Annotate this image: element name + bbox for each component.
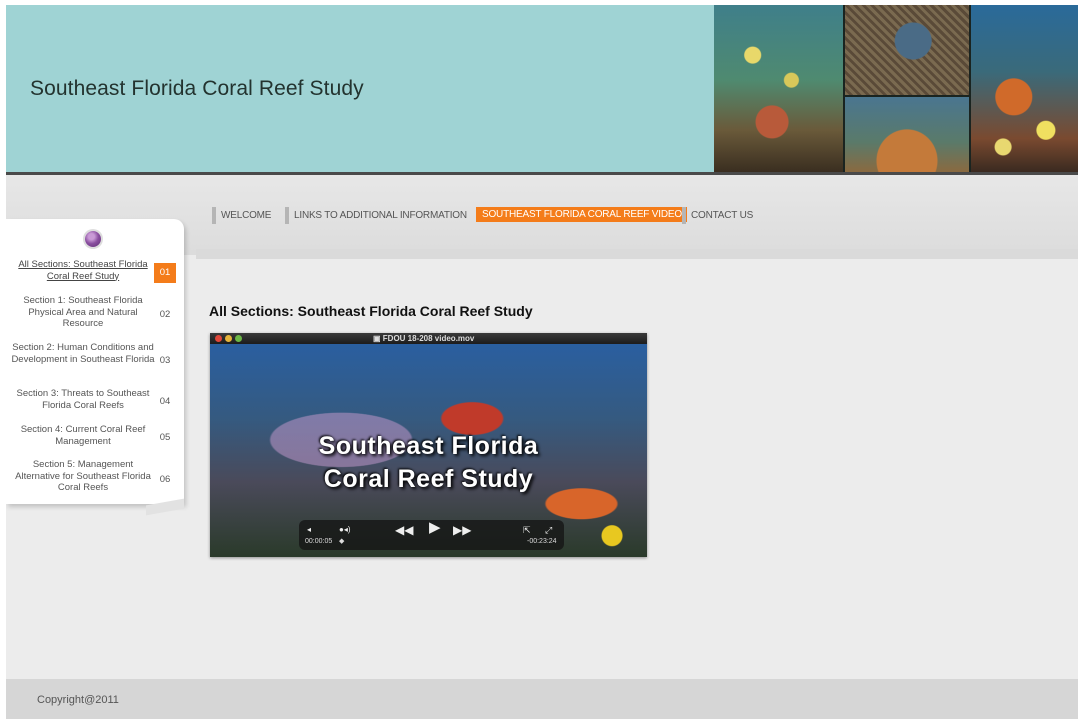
sidebar-item-section-4[interactable]: Section 4: Current Coral Reef Management	[10, 424, 156, 447]
reef-photo-1	[714, 5, 843, 172]
video-title-line-1: Southeast Florida	[318, 432, 539, 460]
sidebar-number-01[interactable]: 01	[154, 263, 176, 283]
video-window-titlebar: ▣ FDOU 18-208 video.mov	[210, 333, 647, 344]
video-filename: ▣ FDOU 18-208 video.mov	[373, 334, 475, 343]
sidebar-number-06[interactable]: 06	[154, 470, 176, 490]
sidebar-number-05[interactable]: 05	[154, 428, 176, 448]
sidebar-item-section-3[interactable]: Section 3: Threats to Southeast Florida …	[10, 388, 156, 411]
fast-forward-icon[interactable]: ▶▶	[453, 524, 471, 536]
video-title-line-2: Coral Reef Study	[323, 465, 534, 493]
header-photo-collage	[714, 5, 1078, 172]
share-icon[interactable]: ⇱	[523, 524, 531, 536]
page-title: All Sections: Southeast Florida Coral Re…	[209, 303, 533, 319]
video-frame[interactable]: Southeast Florida Coral Reef Study ◂ ●◂)…	[210, 344, 647, 557]
sidebar-item-section-1[interactable]: Section 1: Southeast Florida Physical Ar…	[10, 295, 156, 330]
site-header: Southeast Florida Coral Reef Study	[6, 5, 1078, 172]
site-footer: Copyright@2011	[6, 679, 1078, 719]
fullscreen-icon[interactable]: ⤢	[545, 524, 552, 536]
reef-photo-3	[845, 97, 969, 172]
playhead-icon[interactable]: ◆	[339, 537, 344, 545]
zoom-window-icon[interactable]	[235, 335, 242, 342]
nav-welcome[interactable]: WELCOME	[212, 207, 271, 224]
remaining-time: -00:23:24	[527, 538, 557, 545]
nav-band-shadow	[196, 249, 1078, 259]
play-icon[interactable]: ▶	[429, 520, 441, 535]
close-window-icon[interactable]	[215, 335, 222, 342]
reef-photo-2	[845, 5, 969, 95]
sidebar-number-03[interactable]: 03	[154, 351, 176, 371]
reef-photo-4	[971, 5, 1078, 172]
section-sidebar: All Sections: Southeast Florida Coral Re…	[6, 219, 184, 504]
video-filename-text: FDOU 18-208 video.mov	[382, 334, 475, 343]
nav-coral-reef-video[interactable]: SOUTHEAST FLORIDA CORAL REEF VIDEO	[476, 207, 687, 222]
rewind-icon[interactable]: ◀◀	[395, 524, 413, 536]
nav-links-additional-info[interactable]: LINKS TO ADDITIONAL INFORMATION	[285, 207, 467, 224]
sidebar-number-02[interactable]: 02	[154, 305, 176, 325]
sidebar-number-04[interactable]: 04	[154, 392, 176, 412]
elapsed-time: 00:00:05	[305, 538, 333, 545]
sidebar-item-all-sections[interactable]: All Sections: Southeast Florida Coral Re…	[10, 259, 156, 282]
sidebar-item-section-5[interactable]: Section 5: Management Alternative for So…	[10, 459, 156, 494]
video-controls: ◂ ●◂) ◀◀ ▶ ▶▶ ⇱ ⤢ 00:00:05 ◆ -00:23:24	[299, 520, 564, 550]
volume-low-icon[interactable]: ◂	[307, 524, 311, 536]
nav-contact-us[interactable]: CONTACT US	[682, 207, 753, 224]
copyright-text: Copyright@2011	[37, 694, 119, 706]
minimize-window-icon[interactable]	[225, 335, 232, 342]
page-frame: Southeast Florida Coral Reef Study WELCO…	[6, 5, 1078, 719]
pushpin-icon	[85, 231, 101, 247]
site-title: Southeast Florida Coral Reef Study	[30, 77, 364, 100]
volume-slider[interactable]: ●◂)	[339, 524, 351, 536]
sidebar-item-section-2[interactable]: Section 2: Human Conditions and Developm…	[10, 342, 156, 365]
video-player[interactable]: ▣ FDOU 18-208 video.mov Southeast Florid…	[210, 333, 647, 557]
